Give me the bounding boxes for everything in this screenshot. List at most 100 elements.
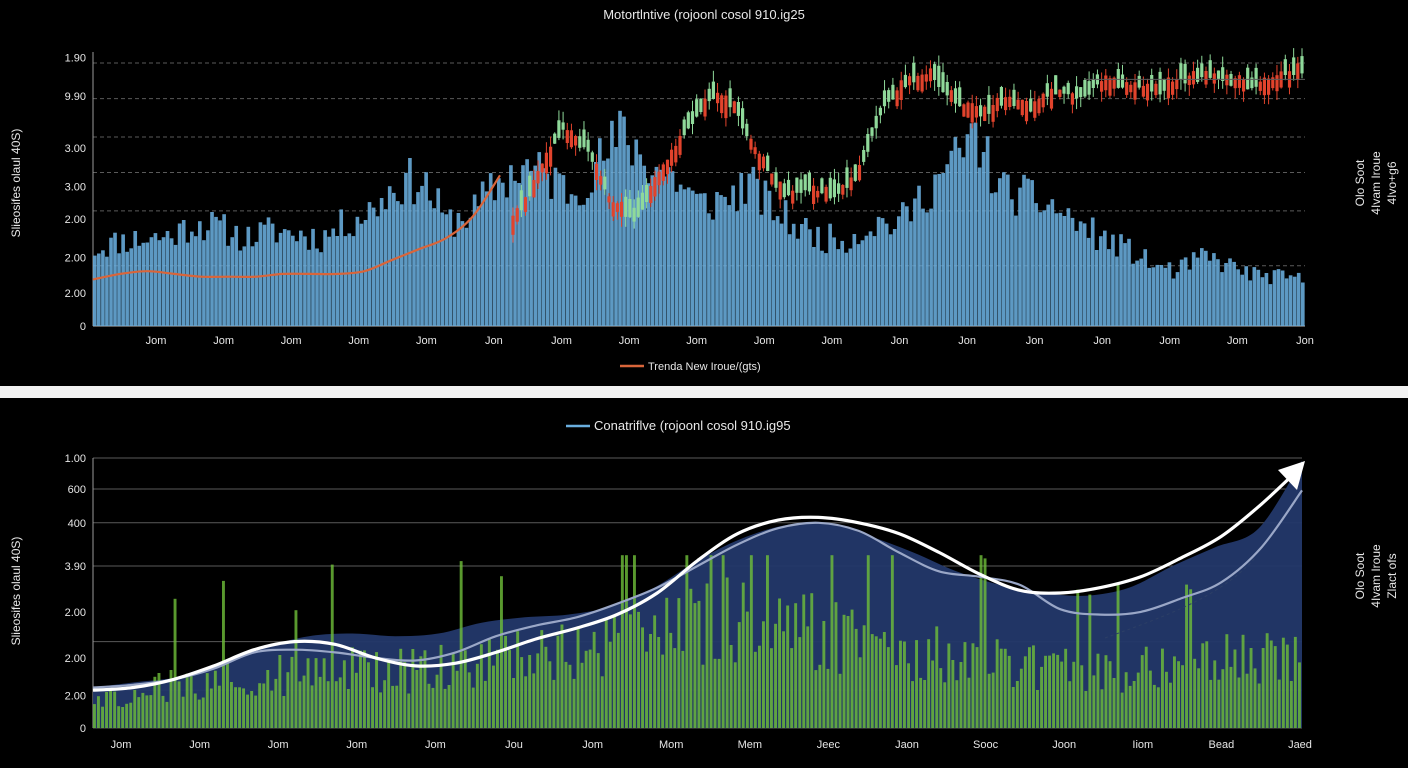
volume-bar [1175,272,1180,326]
x-tick-bottom: Sooc [973,739,999,751]
volume-bar [959,662,963,728]
candle-body [1237,75,1241,88]
candle-body [707,88,711,102]
volume-bar [137,697,141,728]
y-tick-top: 3.00 [65,181,86,193]
x-tick-top: Jom [146,335,167,347]
volume-bar [725,577,729,728]
candle-body [1191,71,1196,85]
volume-bar [653,615,657,728]
candle-body [845,167,849,188]
volume-bar [1090,217,1095,326]
volume-bar [431,687,435,728]
volume-bar [1082,223,1087,326]
volume-bar [391,685,395,728]
volume-bar [1261,648,1265,728]
candle-body [511,215,515,235]
volume-bar [484,191,489,326]
volume-bar [141,242,146,326]
volume-bar [173,244,178,326]
volume-bar [747,173,752,326]
candle-body [874,115,878,129]
volume-bar [242,246,247,326]
volume-bar [1026,178,1030,326]
volume-bar [109,237,113,326]
volume-bar [250,246,255,326]
volume-bar [137,245,142,326]
volume-bar [1128,685,1132,728]
volume-bar [258,222,263,326]
x-tick-bottom: Jom [268,739,289,751]
candle-body [544,152,548,174]
x-tick-top: Jom [754,335,775,347]
candle-body [945,82,949,96]
candle-body [786,179,791,196]
side-label-top-line3: 4Ivo+g6 [1385,161,1399,204]
volume-bar [927,639,931,728]
volume-bar [505,197,509,326]
candle-body [1041,93,1045,108]
volume-bar [594,162,598,326]
volume-bar [711,219,715,326]
volume-bar [1293,636,1297,728]
volume-bar [1298,662,1301,728]
volume-bar [666,167,671,326]
volume-bar [1099,236,1103,326]
volume-bar [901,202,905,326]
volume-bar [217,685,221,728]
volume-bar [1204,250,1208,326]
volume-bar [919,677,923,728]
y-tick-bottom: 3.90 [65,561,86,573]
x-tick-top: Jom [686,335,707,347]
x-tick-top: Jon [958,335,976,347]
volume-bar [117,253,121,326]
volume-bar [460,221,465,326]
volume-bar [892,229,897,326]
volume-bar [763,180,768,326]
volume-bar [383,680,387,728]
candle-body [716,92,720,104]
candle-body [1070,93,1074,105]
candle-body [695,99,699,117]
volume-bar [1161,648,1164,728]
volume-bar [346,689,350,728]
volume-bar [818,664,822,728]
volume-bar [899,640,902,728]
volume-bar [983,558,987,728]
volume-bar [1044,655,1047,728]
volume-bar [802,594,806,728]
volume-bar [787,234,792,326]
volume-bar [552,679,556,728]
candle-body [745,123,749,137]
candle-body [682,119,686,136]
volume-bar [751,166,756,326]
candle-body [949,90,953,102]
volume-bar [967,677,971,728]
volume-bar [596,653,600,728]
volume-bar [278,655,282,728]
x-tick-bottom: Jom [111,739,132,751]
x-tick-top: Jon [1093,335,1111,347]
volume-bar [929,208,933,326]
volume-bar [334,681,338,728]
candle-body [870,127,874,136]
volume-bar [549,198,554,326]
volume-bar [1143,249,1148,326]
candle-body [795,177,799,193]
volume-bar [1144,646,1148,728]
candle-body [582,129,586,148]
volume-bar [915,640,918,728]
volume-bar [1011,687,1015,728]
volume-bar [492,665,495,728]
candle-body [966,102,970,118]
volume-bar [1240,274,1245,326]
volume-bar [185,673,189,728]
candle-body [1024,100,1029,122]
candle-body [1029,98,1033,112]
candle-body [1075,86,1079,99]
x-tick-top: Jom [822,335,843,347]
candle-body [703,98,707,117]
panel-divider [0,386,1408,398]
volume-bar [1147,267,1152,326]
volume-bar [856,244,861,326]
